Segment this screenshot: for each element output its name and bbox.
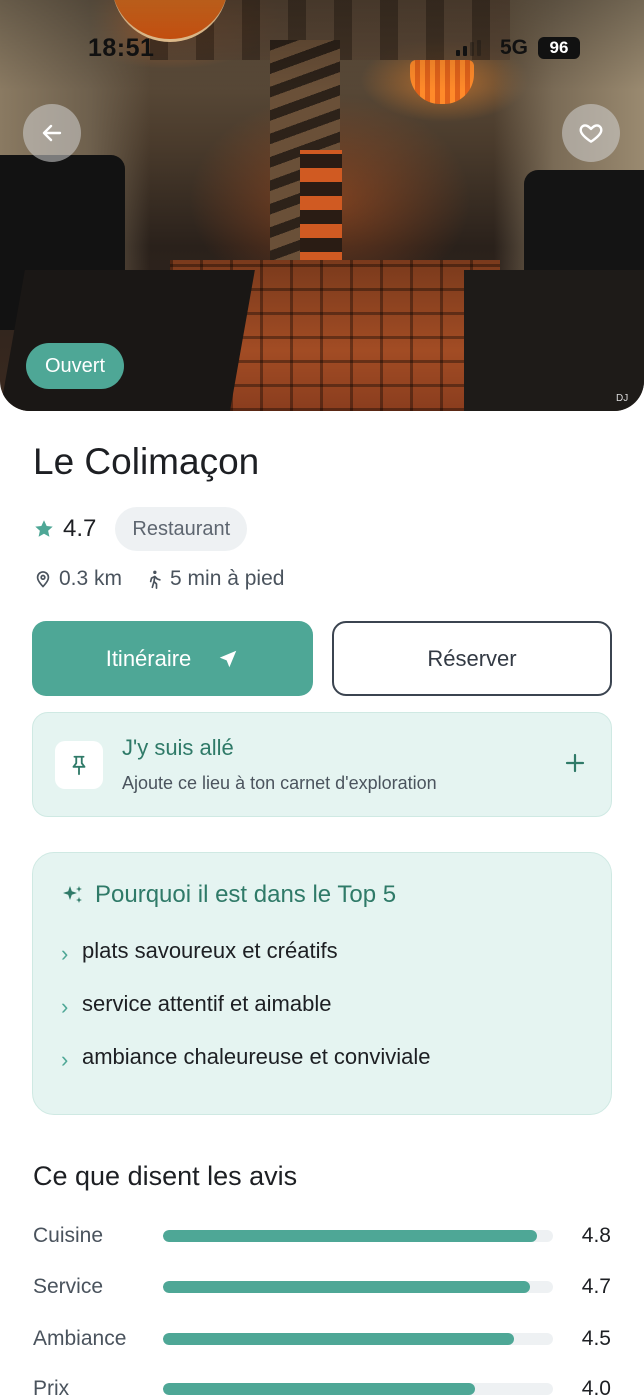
pin-icon-box [55,741,103,789]
review-value: 4.7 [581,1275,611,1298]
top5-card: Pourquoi il est dans le Top 5 › plats sa… [32,852,612,1115]
rating-row: 4.7 Restaurant [33,507,248,551]
hero-table-right [464,270,644,411]
chevron-right-icon: › [61,1047,69,1072]
meta-row: 0.3 km 5 min à pied [33,565,284,593]
top5-reason: › plats savoureux et créatifs [61,935,338,967]
review-bar-track [163,1333,553,1345]
review-value: 4.5 [581,1327,611,1350]
top5-reason: › service attentif et aimable [61,988,331,1020]
review-bar-track [163,1230,553,1242]
open-status-badge: Ouvert [26,343,125,389]
review-label: Ambiance [33,1327,127,1350]
category-chip: Restaurant [115,507,248,551]
top5-reason-text: service attentif et aimable [82,991,332,1016]
review-value: 4.0 [581,1377,611,1400]
book-button[interactable]: Réserver [332,621,612,696]
pushpin-icon [72,755,86,776]
place-title: Le Colimaçon [33,441,260,482]
directions-label: Itinéraire [105,645,192,671]
book-label: Réserver [427,645,517,671]
visited-card[interactable]: J'y suis allé Ajoute ce lieu à ton carne… [32,712,612,817]
review-value: 4.8 [581,1224,611,1247]
star-icon [35,520,53,537]
location-pin-icon [36,571,50,588]
hero-photo: 18:51 5G 96 Ouvert DJ [0,0,644,411]
top5-title: Pourquoi il est dans le Top 5 [95,881,397,908]
review-bar-track [163,1383,553,1395]
review-label: Service [33,1275,104,1298]
top5-reason: › ambiance chaleureuse et conviviale [61,1041,431,1073]
walk-time-text: 5 min à pied [170,567,285,590]
review-bar-fill [163,1281,530,1293]
favorite-button[interactable] [562,104,620,162]
chevron-right-icon: › [61,941,69,966]
heart-icon [579,124,603,143]
top5-header: Pourquoi il est dans le Top 5 [61,881,396,909]
photo-credit: DJ [616,393,629,404]
plus-icon[interactable] [563,751,587,775]
signal-icon [456,40,481,56]
visited-title: J'y suis allé [122,735,234,760]
sparkles-icon [63,886,82,903]
top5-reason-text: plats savoureux et créatifs [82,938,338,963]
rating-value: 4.7 [63,515,97,542]
chevron-right-icon: › [61,994,69,1019]
top5-reason-text: ambiance chaleureuse et conviviale [82,1044,431,1069]
directions-button[interactable]: Itinéraire [32,621,313,696]
review-row-prix: Prix 4.0 [33,1374,613,1400]
arrow-left-icon [42,124,62,142]
network-type: 5G [500,36,529,59]
navigation-arrow-icon [220,650,237,667]
review-row-service: Service 4.7 [33,1272,613,1302]
review-bar-track [163,1281,553,1293]
review-bar-fill [163,1383,475,1395]
review-label: Prix [33,1377,70,1400]
distance-text: 0.3 km [59,567,123,590]
review-bar-fill [163,1333,514,1345]
walking-icon [149,570,161,589]
status-time: 18:51 [88,34,155,62]
review-row-ambiance: Ambiance 4.5 [33,1324,613,1354]
battery-indicator: 96 [538,37,580,59]
review-row-cuisine: Cuisine 4.8 [33,1221,613,1251]
hero-table-left [0,270,255,411]
review-label: Cuisine [33,1224,104,1247]
reviews-title: Ce que disent les avis [33,1161,298,1191]
review-bar-fill [163,1230,538,1242]
back-button[interactable] [23,104,81,162]
visited-subtitle: Ajoute ce lieu à ton carnet d'exploratio… [122,773,437,793]
